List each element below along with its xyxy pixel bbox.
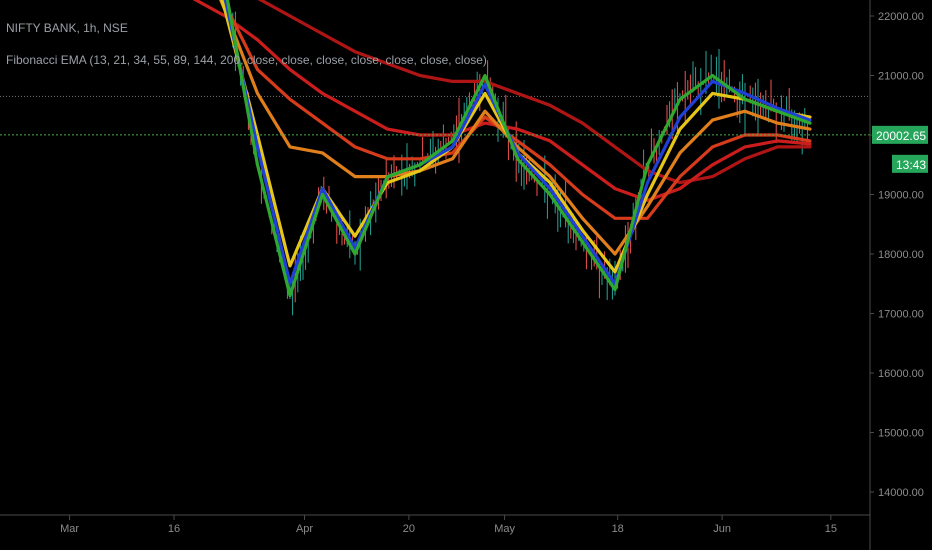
candles <box>224 0 808 316</box>
x-tick-label: Mar <box>60 523 79 535</box>
study-legend[interactable]: Fibonacci EMA (13, 21, 34, 55, 89, 144, … <box>6 53 487 67</box>
ema-line-4 <box>220 0 812 220</box>
y-tick-label: 16000.00 <box>878 368 924 380</box>
ema-lines <box>0 0 870 316</box>
chart-title: NIFTY BANK, 1h, NSE <box>6 21 128 35</box>
last-price-text: 20002.65 <box>876 129 926 143</box>
y-tick-label: 21000.00 <box>878 71 924 83</box>
y-tick-label: 14000.00 <box>878 487 924 499</box>
y-tick-label: 17000.00 <box>878 309 924 321</box>
x-tick-label: Apr <box>296 523 313 535</box>
x-tick-label: 15 <box>825 523 837 535</box>
price-chart[interactable]: 22000.0021000.0020000.0019000.0018000.00… <box>0 0 932 550</box>
price-badges: 20002.65 13:43 <box>872 125 928 173</box>
y-tick-label: 22000.00 <box>878 11 924 23</box>
x-tick-label: 18 <box>612 523 624 535</box>
x-tick-label: 20 <box>403 523 415 535</box>
y-tick-label: 15000.00 <box>878 428 924 440</box>
x-tick-label: Jun <box>713 523 731 535</box>
y-tick-label: 19000.00 <box>878 190 924 202</box>
countdown-text: 13:43 <box>896 158 926 172</box>
ema-line-1 <box>223 0 812 286</box>
x-tick-label: 16 <box>168 523 180 535</box>
y-tick-label: 18000.00 <box>878 249 924 261</box>
x-tick-label: May <box>494 523 515 535</box>
